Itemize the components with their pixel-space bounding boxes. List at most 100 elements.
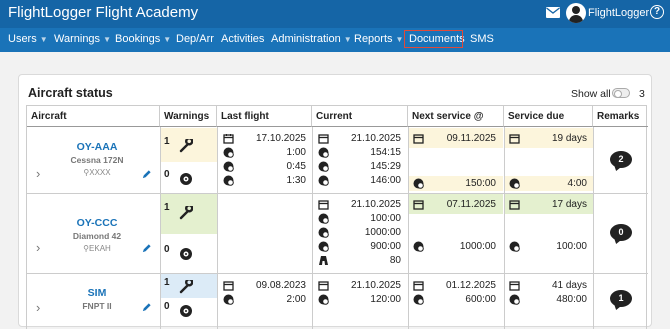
calendar-icon bbox=[318, 200, 329, 210]
chevron-right-icon[interactable]: › bbox=[36, 240, 40, 255]
next-service-date: 01.12.2025 bbox=[445, 280, 496, 291]
chevron-right-icon[interactable]: › bbox=[36, 300, 40, 315]
nav-administration[interactable]: Administration ▼ bbox=[271, 33, 352, 45]
engine-clock-icon bbox=[223, 161, 234, 172]
engine-clock-icon bbox=[318, 161, 329, 172]
engine-clock-icon bbox=[509, 241, 520, 252]
col-header-remarks[interactable]: Remarks bbox=[593, 106, 648, 127]
help-icon[interactable]: ? bbox=[650, 5, 664, 19]
engine-clock-icon bbox=[223, 294, 234, 305]
last-flight-value: 1:00 bbox=[286, 147, 306, 158]
last-flight-value: 1:30 bbox=[286, 175, 306, 186]
current-value: 900:00 bbox=[370, 241, 401, 252]
aircraft-registration-link[interactable]: OY-AAA bbox=[47, 141, 147, 153]
landing-icon bbox=[319, 256, 328, 265]
chevron-right-icon[interactable]: › bbox=[36, 166, 40, 181]
nav-warnings[interactable]: Warnings ▼ bbox=[54, 33, 111, 45]
service-due-hours: 4:00 bbox=[567, 178, 587, 189]
engine-clock-icon bbox=[318, 294, 329, 305]
service-due-hours: 480:00 bbox=[556, 294, 587, 305]
calendar-icon bbox=[223, 134, 234, 144]
current-value: 145:29 bbox=[370, 161, 401, 172]
pencil-icon[interactable] bbox=[141, 302, 152, 313]
col-header-warnings[interactable]: Warnings bbox=[160, 106, 217, 127]
service-due-days: 19 days bbox=[551, 133, 587, 144]
current-date: 21.10.2025 bbox=[350, 199, 401, 210]
chevron-down-icon: ▼ bbox=[103, 35, 111, 44]
wrench-icon[interactable] bbox=[179, 206, 193, 220]
engine-clock-icon bbox=[318, 227, 329, 238]
panel-title: Aircraft status bbox=[28, 86, 113, 100]
nav-bookings[interactable]: Bookings ▼ bbox=[115, 33, 171, 45]
calendar-icon bbox=[413, 200, 424, 210]
remarks-bubble[interactable]: 1 bbox=[610, 290, 632, 307]
col-header-aircraft[interactable]: Aircraft bbox=[27, 106, 160, 127]
remarks-bubble[interactable]: 2 bbox=[610, 151, 632, 168]
aircraft-type: FNPT II bbox=[82, 301, 112, 311]
tire-icon[interactable] bbox=[179, 304, 193, 318]
show-all-toggle[interactable] bbox=[612, 88, 630, 98]
user-avatar-icon[interactable] bbox=[566, 3, 586, 23]
nav-reports[interactable]: Reports ▼ bbox=[354, 33, 403, 45]
col-divider bbox=[312, 127, 313, 329]
aircraft-type: Diamond 42 bbox=[72, 231, 122, 241]
col-divider bbox=[504, 127, 505, 329]
current-value: 1000:00 bbox=[364, 227, 401, 238]
aircraft-count: 3 bbox=[639, 88, 645, 100]
nav-users[interactable]: Users ▼ bbox=[8, 33, 48, 45]
engine-clock-icon bbox=[318, 175, 329, 186]
row-divider bbox=[27, 193, 648, 194]
col-divider bbox=[160, 127, 161, 329]
engine-clock-icon bbox=[223, 175, 234, 186]
nav-activities[interactable]: Activities bbox=[221, 33, 264, 45]
col-divider bbox=[408, 127, 409, 329]
tire-icon[interactable] bbox=[179, 247, 193, 261]
wrench-icon[interactable] bbox=[179, 280, 193, 294]
user-name[interactable]: FlightLogger bbox=[588, 7, 649, 19]
next-service-hours: 1000:00 bbox=[459, 241, 496, 252]
main-nav: Users ▼ Warnings ▼ Bookings ▼ Dep/Arr Activ… bbox=[0, 28, 670, 52]
engine-clock-icon bbox=[413, 294, 424, 305]
nav-dep-arr[interactable]: Dep/Arr bbox=[176, 33, 214, 45]
pencil-icon[interactable] bbox=[141, 243, 152, 254]
show-all-label: Show all bbox=[571, 88, 611, 100]
remarks-bubble[interactable]: 0 bbox=[610, 224, 632, 241]
current-value: 100:00 bbox=[370, 213, 401, 224]
warning-count: 0 bbox=[164, 301, 170, 312]
pencil-icon[interactable] bbox=[141, 169, 152, 180]
tire-icon[interactable] bbox=[179, 172, 193, 186]
calendar-icon bbox=[318, 281, 329, 291]
last-flight-date: 09.08.2023 bbox=[255, 280, 306, 291]
aircraft-registration-link[interactable]: OY-CCC bbox=[47, 217, 147, 229]
service-due-hours: 100:00 bbox=[556, 241, 587, 252]
envelope-icon[interactable] bbox=[546, 7, 560, 18]
warning-count: 1 bbox=[164, 136, 170, 147]
next-service-date: 07.11.2025 bbox=[446, 199, 496, 210]
next-service-hours: 150:00 bbox=[465, 178, 496, 189]
chevron-down-icon: ▼ bbox=[395, 35, 404, 44]
aircraft-type: Cessna 172N bbox=[70, 155, 124, 165]
last-flight-date: 17.10.2025 bbox=[255, 133, 306, 144]
col-header-last-flight[interactable]: Last flight bbox=[217, 106, 312, 127]
last-flight-value: 2:00 bbox=[286, 294, 306, 305]
engine-clock-icon bbox=[509, 178, 520, 189]
col-header-next-service[interactable]: Next service @ bbox=[408, 106, 504, 127]
engine-clock-icon bbox=[318, 147, 329, 158]
nav-highlight bbox=[404, 30, 463, 48]
aircraft-registration-link[interactable]: SIM bbox=[47, 287, 147, 299]
engine-clock-icon bbox=[318, 241, 329, 252]
top-bar: FlightLogger Flight Academy FlightLogger… bbox=[0, 0, 670, 28]
calendar-icon bbox=[509, 200, 520, 210]
nav-sms[interactable]: SMS bbox=[470, 33, 494, 45]
wrench-icon[interactable] bbox=[179, 139, 193, 153]
last-flight-value: 0:45 bbox=[286, 161, 306, 172]
col-header-service-due[interactable]: Service due bbox=[504, 106, 593, 127]
current-value: 80 bbox=[389, 255, 401, 266]
engine-clock-icon bbox=[509, 294, 520, 305]
next-service-date: 09.11.2025 bbox=[446, 133, 496, 144]
col-header-current[interactable]: Current bbox=[312, 106, 408, 127]
engine-clock-icon bbox=[318, 213, 329, 224]
engine-clock-icon bbox=[413, 178, 424, 189]
calendar-icon bbox=[318, 134, 329, 144]
app-title[interactable]: FlightLogger Flight Academy bbox=[8, 4, 198, 21]
